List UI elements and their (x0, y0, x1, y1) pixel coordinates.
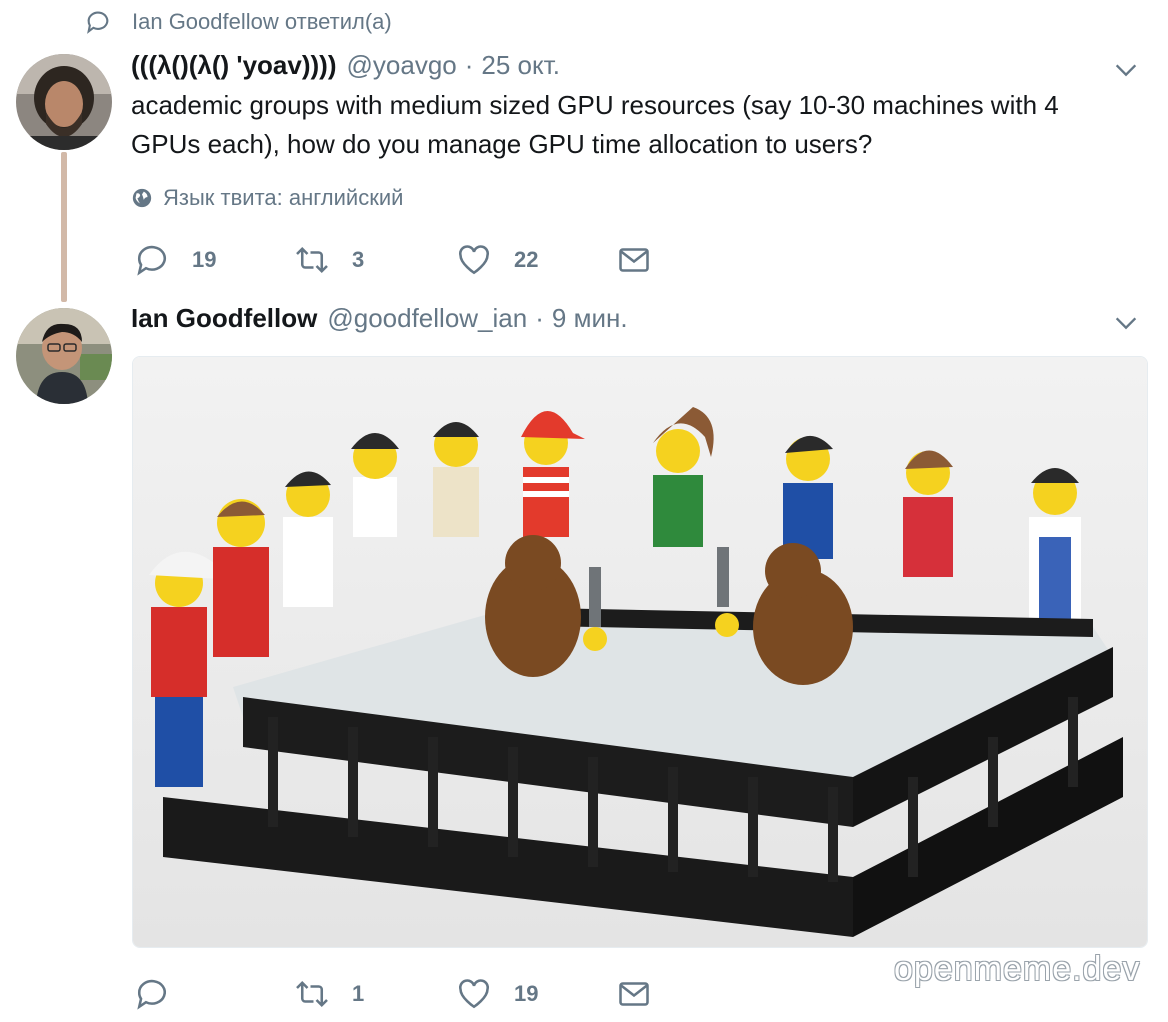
envelope-icon (619, 248, 649, 272)
like-count: 19 (514, 981, 539, 1006)
globe-icon (132, 188, 152, 208)
tweet-2-actions: 1 19 (134, 974, 694, 1014)
author-name[interactable]: Ian Goodfellow (131, 303, 317, 334)
author-name[interactable]: (((λ()(λ() 'yoav)))) (131, 50, 337, 81)
like-count: 22 (514, 247, 539, 272)
thread-line (61, 152, 67, 302)
direct-message-button[interactable] (616, 974, 652, 1014)
reply-count: 19 (192, 247, 217, 272)
separator-dot: · (464, 50, 474, 80)
avatar-yoavgo[interactable] (16, 54, 112, 150)
tweet-2-header: Ian Goodfellow @goodfellow_ian · 9 мин. (131, 303, 628, 335)
reply-icon (137, 979, 167, 1010)
tweet-1-header: (((λ()(λ() 'yoav)))) @yoavgo · 25 окт. (131, 50, 560, 82)
language-label: Язык твита: английский (163, 185, 404, 210)
tweet-language[interactable]: Язык твита: английский (131, 184, 403, 212)
reply-button[interactable] (134, 974, 192, 1014)
avatar-goodfellow[interactable] (16, 308, 112, 404)
reply-context: Ian Goodfellow ответил(а) (84, 8, 392, 36)
reply-icon (137, 245, 167, 276)
separator-dot: · (535, 303, 544, 333)
retweet-icon (296, 246, 328, 274)
watermark: openmeme.dev (894, 950, 1141, 988)
author-handle[interactable]: @yoavgo (347, 50, 457, 81)
tweet-text: academic groups with medium sized GPU re… (131, 90, 1059, 159)
tweet-media-image[interactable] (132, 356, 1148, 948)
reply-button[interactable]: 19 (134, 240, 216, 280)
retweet-button[interactable]: 1 (294, 974, 364, 1014)
retweet-count: 3 (352, 247, 365, 272)
like-button[interactable]: 22 (456, 240, 538, 280)
timestamp[interactable]: 9 мин. (552, 303, 628, 334)
heart-icon (459, 245, 489, 275)
retweet-button[interactable]: 3 (294, 240, 364, 280)
author-handle[interactable]: @goodfellow_ian (327, 303, 527, 334)
like-button[interactable]: 19 (456, 974, 538, 1014)
tweet-1-actions: 19 3 22 (134, 240, 694, 280)
timestamp[interactable]: 25 окт. (481, 50, 560, 81)
reply-context-text: Ian Goodfellow ответил(а) (132, 9, 392, 34)
heart-icon (459, 979, 489, 1009)
chevron-down-icon[interactable] (1112, 56, 1140, 84)
reply-icon (87, 11, 109, 34)
envelope-icon (619, 982, 649, 1006)
direct-message-button[interactable] (616, 240, 652, 280)
retweet-count: 1 (352, 981, 365, 1006)
retweet-icon (296, 980, 328, 1008)
chevron-down-icon[interactable] (1112, 309, 1140, 337)
